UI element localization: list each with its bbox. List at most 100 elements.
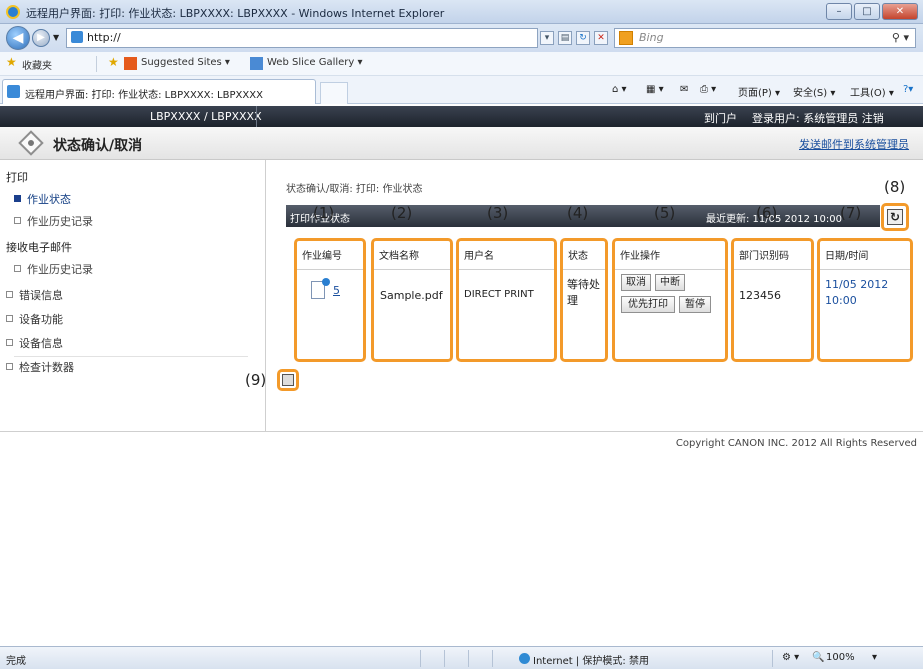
back-button[interactable]: ◀ [6, 26, 30, 50]
column-header: 用户名 [464, 251, 494, 262]
security-zone[interactable]: Internet | 保护模式: 禁用 [533, 652, 649, 667]
priority-print-button[interactable]: 优先打印 [621, 296, 675, 313]
column-document-name: 文档名称 Sample.pdf [371, 238, 453, 362]
job-date-time: 11/05 2012 10:00 [825, 278, 889, 307]
browser-tab[interactable]: 远程用户界面: 打印: 作业状态: LBPXXXX: LBPXXXX [2, 79, 316, 104]
portal-link[interactable]: 到门户 [704, 110, 737, 126]
refresh-button[interactable]: ↻ [881, 203, 909, 231]
sidebar-item-job-status[interactable]: 作业状态 [14, 191, 71, 207]
sidebar: 打印 作业状态 作业历史记录 接收电子邮件 作业历史记录 错误信息 设备功能 设… [0, 160, 266, 432]
help-icon[interactable]: ?▾ [903, 84, 913, 95]
compat-view-icon[interactable]: ▤ [558, 31, 572, 45]
cancel-job-button[interactable]: 取消 [621, 274, 651, 291]
callout-9: (9) [245, 371, 267, 389]
column-job-number: 作业编号 5 [294, 238, 366, 362]
refresh-page-icon[interactable]: ↻ [576, 31, 590, 45]
refresh-icon: ↻ [887, 209, 903, 225]
web-slice-link[interactable]: Web Slice Gallery ▾ [267, 57, 363, 68]
search-icon[interactable]: ⚲ ▾ [892, 29, 909, 47]
header-divider [563, 269, 605, 270]
sidebar-item-error-info[interactable]: 错误信息 [6, 287, 63, 303]
pause-job-button[interactable]: 暂停 [679, 296, 711, 313]
column-header: 部门识别码 [739, 251, 789, 262]
address-bar: ◀ ▶ ▼ http:// ▾ ▤ ↻ ✕ Bing ⚲ ▾ [0, 24, 923, 52]
header-divider [820, 269, 910, 270]
protected-mode-icon[interactable]: ⚙ ▾ [782, 652, 799, 663]
print-icon[interactable]: ⎙ ▾ [700, 84, 716, 95]
content-divider [0, 431, 923, 432]
status-diamond-icon [18, 130, 44, 156]
window-title: 远程用户界面: 打印: 作业状态: LBPXXXX: LBPXXXX - Win… [26, 7, 445, 20]
bing-icon [619, 31, 633, 45]
sidebar-print-heading: 打印 [6, 171, 28, 184]
page-header: 状态确认/取消 发送邮件到系统管理员 [0, 127, 923, 160]
sidebar-item-label: 检查计数器 [19, 361, 74, 374]
zoom-level[interactable]: 100% [826, 652, 855, 663]
bullet-icon [14, 265, 21, 272]
callout-8: (8) [884, 178, 906, 196]
bullet-icon [6, 339, 13, 346]
mail-icon[interactable]: ✉ [680, 84, 688, 95]
home-icon[interactable]: ⌂ ▾ [612, 84, 627, 95]
sidebar-item-job-history[interactable]: 作业历史记录 [14, 213, 93, 229]
sidebar-item-device-info[interactable]: 设备信息 [6, 335, 63, 351]
column-status: 状态 等待处理 [560, 238, 608, 362]
status-text: 完成 [6, 656, 26, 667]
mail-admin-link[interactable]: 发送邮件到系统管理员 [799, 136, 909, 152]
nav-dropdown-icon[interactable]: ▼ [53, 33, 59, 42]
sidebar-divider [14, 356, 248, 357]
tools-menu[interactable]: 工具(O) ▾ [850, 84, 894, 99]
zoom-dropdown-icon[interactable]: ▾ [872, 652, 877, 663]
sidebar-item-email-history[interactable]: 作业历史记录 [14, 261, 93, 277]
suggested-sites-link[interactable]: Suggested Sites ▾ [141, 57, 230, 68]
divider [492, 650, 493, 667]
copyright: Copyright CANON INC. 2012 All Rights Res… [675, 438, 917, 449]
bullet-icon [14, 195, 21, 202]
sidebar-item-device-func[interactable]: 设备功能 [6, 311, 63, 327]
header-divider [459, 269, 554, 270]
add-favorite-icon[interactable]: ★ [108, 55, 119, 69]
header-divider [256, 106, 257, 127]
callout-2: (2) [391, 204, 413, 222]
sidebar-item-counter[interactable]: 检查计数器 [6, 359, 74, 375]
header-divider [374, 269, 450, 270]
url-text: http:// [87, 31, 121, 44]
bullet-icon [6, 315, 13, 322]
column-header: 状态 [568, 251, 588, 262]
new-tab-button[interactable] [320, 82, 348, 104]
callout-4: (4) [567, 204, 589, 222]
suggested-sites-icon [124, 57, 137, 70]
page-icon [71, 31, 83, 43]
forward-button[interactable]: ▶ [32, 29, 50, 47]
url-dropdown-icon[interactable]: ▾ [540, 31, 554, 45]
sidebar-item-label: 作业历史记录 [27, 263, 93, 276]
safety-menu[interactable]: 安全(S) ▾ [793, 84, 835, 99]
login-user-info[interactable]: 登录用户: 系统管理员 注销 [752, 110, 884, 126]
search-field[interactable]: Bing ⚲ ▾ [614, 28, 916, 48]
browser-status-bar: 完成 Internet | 保护模式: 禁用 ⚙ ▾ 🔍 100% ▾ [0, 646, 923, 669]
header-divider [297, 269, 363, 270]
minimize-button[interactable]: – [826, 3, 852, 20]
suspend-job-button[interactable]: 中断 [655, 274, 685, 291]
department-id: 123456 [739, 289, 781, 302]
tab-page-icon [7, 85, 20, 98]
divider [444, 650, 445, 667]
favorites-button[interactable]: 收藏夹 [22, 57, 52, 72]
maximize-button[interactable]: □ [854, 3, 880, 20]
url-field[interactable]: http:// [66, 28, 538, 48]
header-divider [734, 269, 811, 270]
close-button[interactable]: ✕ [882, 3, 918, 20]
feeds-icon[interactable]: ▦ ▾ [646, 84, 664, 95]
stop-icon[interactable]: ✕ [594, 31, 608, 45]
job-number-link[interactable]: 5 [333, 284, 340, 297]
column-header: 作业操作 [620, 251, 660, 262]
page-title: 状态确认/取消 [53, 138, 143, 154]
page-menu[interactable]: 页面(P) ▾ [738, 84, 780, 99]
favorites-star-icon[interactable]: ★ [6, 55, 17, 69]
pager-button[interactable] [277, 369, 299, 391]
header-divider [615, 269, 725, 270]
column-user-name: 用户名 DIRECT PRINT [456, 238, 557, 362]
job-badge-icon [322, 278, 330, 286]
divider [772, 650, 773, 667]
sidebar-item-label: 设备信息 [19, 337, 63, 350]
